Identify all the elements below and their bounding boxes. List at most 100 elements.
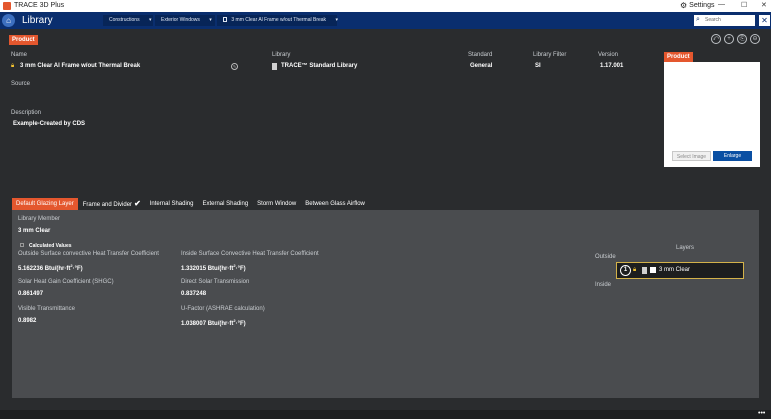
inside-convective-value: 1.332015 Btu/(hr·ft2·°F) (181, 263, 246, 272)
more-options-icon[interactable]: ••• (758, 410, 765, 417)
description-label: Description (11, 110, 42, 116)
version-label: Version (598, 52, 619, 58)
edit-icon[interactable]: ✎ (231, 63, 238, 70)
shgc-label: Solar Heat Gain Coefficient (SHGC) (18, 279, 114, 285)
home-button[interactable]: ⌂ (2, 14, 15, 27)
settings-label: Settings (689, 2, 715, 9)
top-navigation-bar: ⌂ Library Constructions ▾ Exterior Windo… (0, 12, 771, 29)
search-box[interactable]: ⌕ Search (694, 15, 755, 26)
calculated-values-checkbox[interactable] (20, 243, 24, 247)
image-product-badge: Product (664, 52, 693, 62)
minimize-button[interactable]: — (718, 1, 725, 8)
glazing-layer-panel (12, 210, 759, 398)
add-icon[interactable]: + (724, 34, 734, 44)
visible-transmittance-label: Visible Transmittance (18, 306, 75, 312)
tab-label: Storm Window (257, 201, 297, 207)
app-title: TRACE 3D Plus (14, 2, 65, 9)
outside-convective-value: 5.162236 Btu/(hr·ft2·°F) (18, 263, 83, 272)
breadcrumb-label: 3 mm Clear Al Frame w/out Thermal Break (231, 17, 327, 23)
layer-item[interactable]: 1 🔒︎ 3 mm Clear (616, 262, 744, 279)
close-library-button[interactable]: ✕ (759, 15, 770, 26)
standard-value: General (470, 63, 493, 69)
tab-internal-shading[interactable]: Internal Shading (145, 198, 198, 210)
copy-icon[interactable]: ⎘ (737, 34, 747, 44)
tab-label: Default Glazing Layer (16, 201, 74, 207)
unit-suffix: ·°F) (235, 321, 246, 327)
source-label: Source (11, 81, 31, 87)
tab-frame-and-divider[interactable]: Frame and Divider ✔ (78, 198, 145, 210)
u-factor-value: 1.038007 Btu/(hr·ft2·°F) (181, 318, 246, 327)
delete-icon[interactable]: ⊖ (750, 34, 760, 44)
chevron-down-icon: ▾ (209, 17, 212, 23)
product-name: 3 mm Clear Al Frame w/out Thermal Break (20, 63, 141, 69)
lock-icon: 🔒︎ (633, 267, 637, 273)
version-value: 1.17.001 (600, 63, 624, 69)
u-factor-label: U-Factor (ASHRAE calculation) (181, 306, 265, 312)
glazing-pane-icon (642, 267, 647, 274)
standard-label: Standard (468, 52, 493, 58)
outside-convective-number: 5.162236 Btu/(hr·ft (18, 266, 71, 272)
chevron-down-icon: ▾ (148, 17, 152, 23)
tab-between-glass-airflow[interactable]: Between Glass Airflow (301, 198, 369, 210)
breadcrumb-label: Exterior Windows (161, 17, 200, 23)
tab-label: Internal Shading (149, 201, 194, 207)
tab-label: Between Glass Airflow (305, 201, 365, 207)
outside-convective-label: Outside Surface convective Heat Transfer… (18, 251, 159, 257)
tab-default-glazing-layer[interactable]: Default Glazing Layer (12, 198, 78, 210)
select-image-button[interactable]: Select Image (672, 151, 711, 161)
checkmark-icon: ✔ (134, 199, 141, 208)
tab-label: External Shading (202, 201, 249, 207)
enlarge-button[interactable]: Enlarge (713, 151, 752, 161)
breadcrumb-constructions[interactable]: Constructions ▾ (103, 15, 153, 26)
window-titlebar: TRACE 3D Plus ⚙ Settings — ☐ ✕ (0, 0, 771, 12)
tab-storm-window[interactable]: Storm Window (253, 198, 301, 210)
layer-tabs: Default Glazing Layer Frame and Divider ✔… (12, 198, 370, 210)
library-value: TRACE™ Standard Library (281, 63, 358, 69)
inside-convective-number: 1.332015 Btu/(hr·ft (181, 266, 234, 272)
unit-suffix: ·°F) (235, 266, 246, 272)
window-close-button[interactable]: ✕ (761, 1, 767, 9)
layer-number-badge: 1 (620, 265, 631, 276)
breadcrumb-label: Constructions (109, 17, 140, 23)
calculated-values-label: Calculated Values (29, 243, 72, 249)
outside-label: Outside (595, 254, 616, 260)
page-title: Library (22, 15, 53, 26)
document-icon (223, 17, 227, 22)
layer-name: 3 mm Clear (659, 267, 691, 273)
unit-suffix: ·°F) (72, 266, 83, 272)
tab-label: Frame and Divider (82, 202, 133, 208)
search-placeholder: Search (705, 17, 721, 23)
breadcrumb-exterior-windows[interactable]: Exterior Windows ▾ (155, 15, 215, 26)
library-member-value: 3 mm Clear (18, 228, 51, 234)
home-icon: ⌂ (6, 16, 11, 25)
inside-label: Inside (595, 282, 612, 288)
u-factor-number: 1.038007 Btu/(hr·ft (181, 321, 234, 327)
search-icon: ⌕ (696, 16, 700, 23)
chevron-down-icon: ▾ (335, 17, 338, 23)
layers-title: Layers (676, 245, 695, 251)
maximize-button[interactable]: ☐ (741, 1, 747, 9)
gear-icon: ⚙ (680, 1, 688, 10)
breadcrumb-current-construction[interactable]: 3 mm Clear Al Frame w/out Thermal Break … (217, 15, 338, 26)
library-label: Library (272, 52, 291, 58)
product-image: Select Image Enlarge (664, 62, 760, 167)
library-book-icon (272, 63, 277, 70)
shgc-value: 0.861497 (18, 291, 44, 297)
library-member-label: Library Member (18, 216, 61, 222)
layer-checkbox[interactable] (650, 267, 656, 273)
description-value: Example-Created by CDS (13, 121, 86, 127)
settings-button[interactable]: ⚙ Settings (680, 1, 714, 10)
direct-solar-transmission-label: Direct Solar Transmission (181, 279, 250, 285)
back-icon[interactable]: ⤺ (711, 34, 721, 44)
action-toolbar: ⤺ + ⎘ ⊖ (711, 34, 760, 44)
app-logo-icon (3, 2, 11, 10)
tab-external-shading[interactable]: External Shading (198, 198, 253, 210)
name-label: Name (11, 52, 28, 58)
library-filter-label: Library Filter (533, 52, 567, 58)
lock-icon: 🔒︎ (11, 63, 15, 69)
product-badge: Product (9, 35, 38, 45)
status-bar (0, 410, 771, 419)
library-filter-value: SI (535, 63, 541, 69)
direct-solar-transmission-value: 0.837248 (181, 291, 207, 297)
inside-convective-label: Inside Surface Convective Heat Transfer … (181, 251, 319, 257)
